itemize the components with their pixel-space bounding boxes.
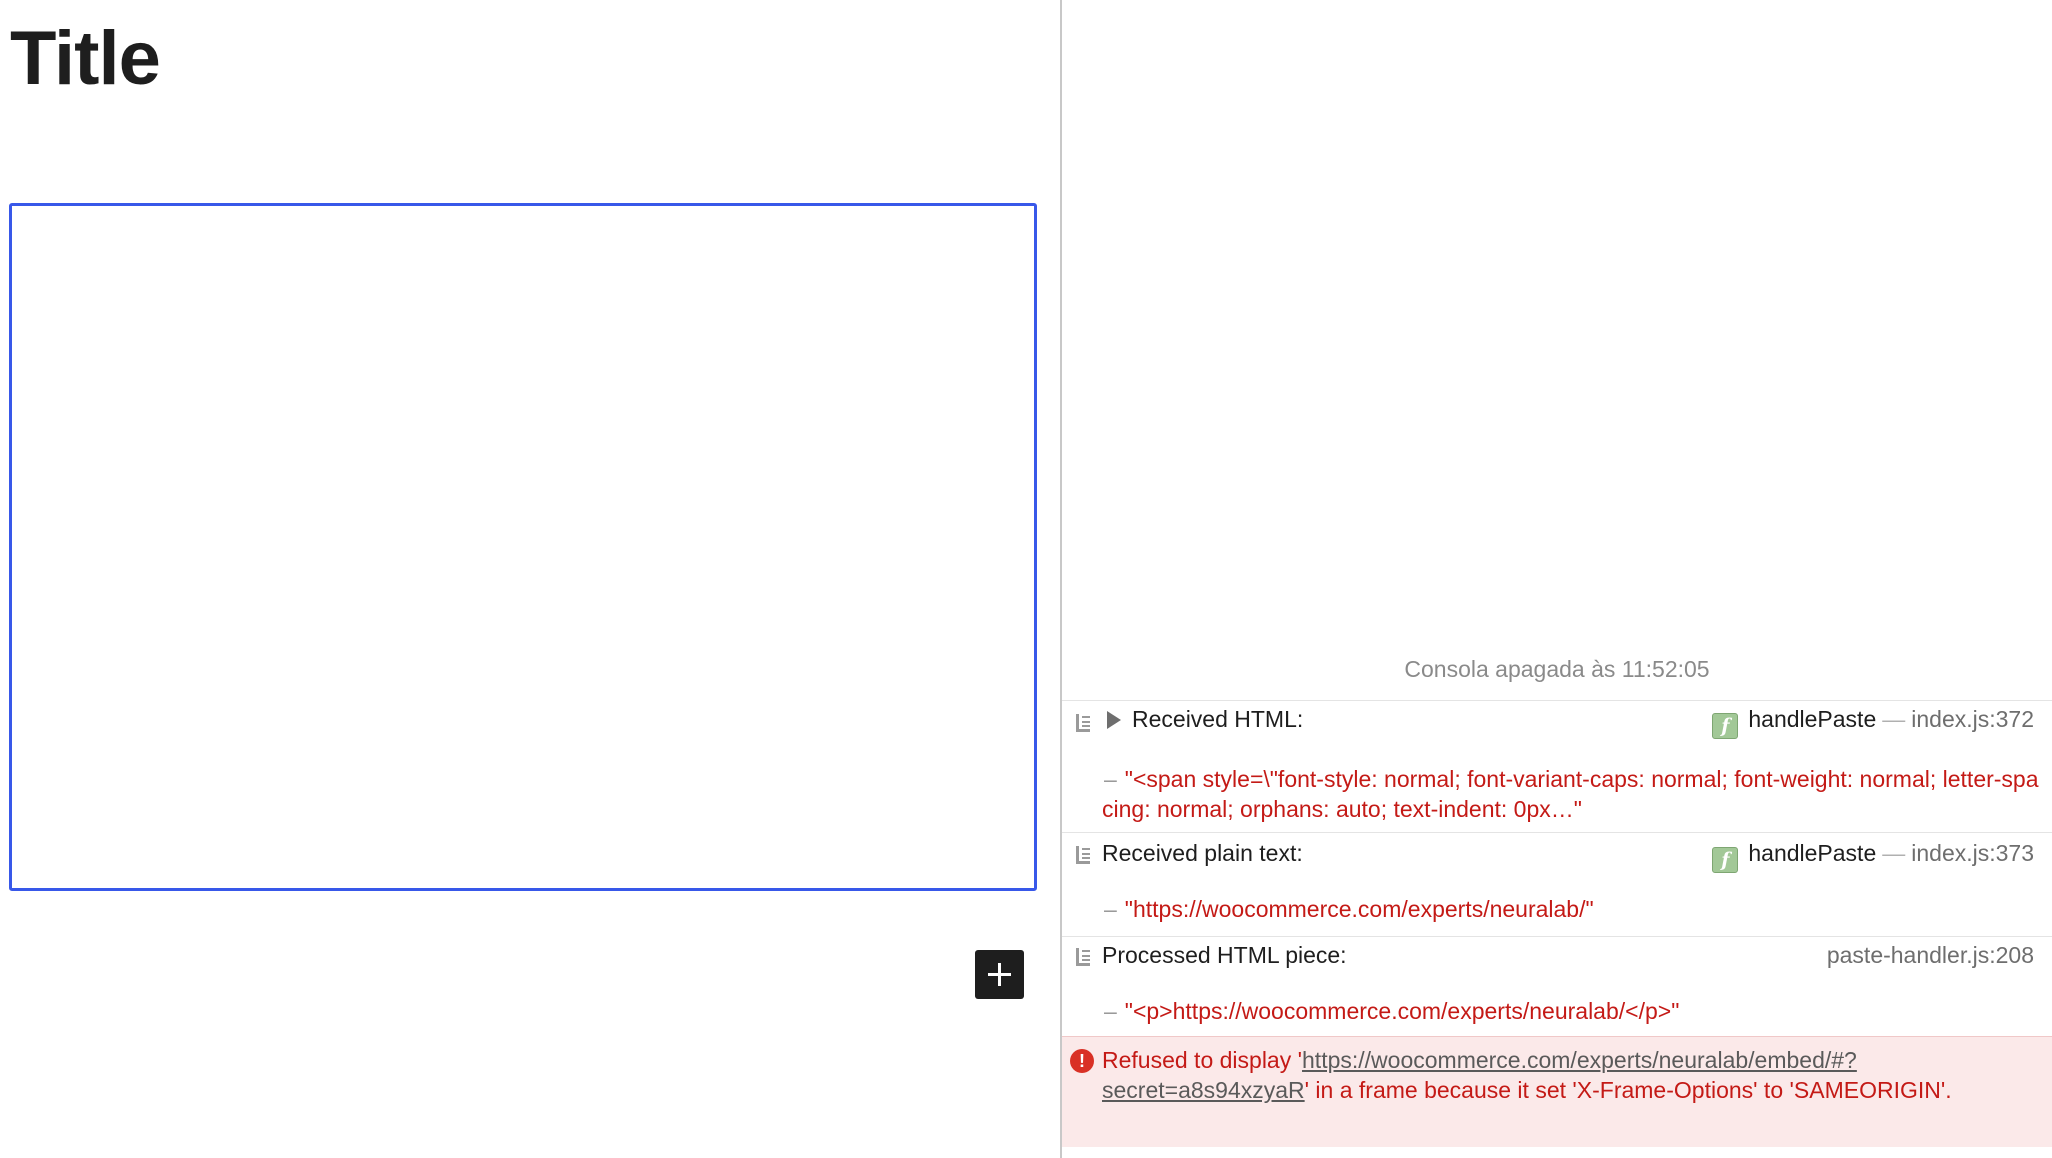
console-message: Processed HTML piece: [1102,942,1347,968]
web-inspector-console: Consola apagada às 11:52:05 Received HTM… [1062,0,2052,1158]
embed-block-selected[interactable] [9,203,1037,891]
console-error-entry[interactable]: ! Refused to display 'https://woocommerc… [1062,1036,2052,1147]
console-entry-received-html[interactable]: Received HTML: f handlePaste — index.js:372… [1062,700,2052,832]
call-site[interactable]: paste-handler.js:208 [1827,942,2034,969]
string-value: "<span style=\"font-style: normal; font-… [1102,766,2039,822]
console-group-icon [1076,846,1090,864]
block-editor: Title [0,0,1060,1158]
console-group-icon [1076,948,1090,966]
source-location[interactable]: paste-handler.js:208 [1827,942,2034,968]
error-icon: ! [1070,1049,1094,1073]
function-icon: f [1712,713,1739,739]
error-message: Refused to display 'https://woocommerce.… [1102,1047,1952,1103]
add-block-button[interactable] [975,950,1024,999]
source-location[interactable]: index.js:373 [1911,840,2034,866]
string-value: "<p>https://woocommerce.com/experts/neur… [1124,998,1680,1024]
post-title[interactable]: Title [10,14,161,104]
function-icon: f [1712,847,1739,873]
console-cleared-message: Consola apagada às 11:52:05 [1404,656,1710,682]
plus-icon [988,963,1011,986]
string-value: "https://woocommerce.com/experts/neurala… [1124,896,1594,922]
call-site[interactable]: f handlePaste — index.js:372 [1712,706,2034,739]
console-group-icon [1076,714,1090,732]
logged-value[interactable]: – "<span style=\"font-style: normal; font… [1102,764,2042,824]
console-message: Received plain text: [1102,840,1303,866]
logged-value[interactable]: – "https://woocommerce.com/experts/neural… [1102,894,2042,924]
function-name: handlePaste [1748,706,1877,732]
function-name: handlePaste [1748,840,1877,866]
source-location[interactable]: index.js:372 [1911,706,2034,732]
console-message: Received HTML: [1132,706,1304,732]
logged-value[interactable]: – "<p>https://woocommerce.com/experts/neu… [1102,996,2042,1026]
console-entry-received-plain-text[interactable]: Received plain text: f handlePaste — index.… [1062,832,2052,936]
call-site[interactable]: f handlePaste — index.js:373 [1712,840,2034,873]
disclosure-triangle-icon[interactable] [1107,711,1121,729]
console-entry-processed-html[interactable]: Processed HTML piece: paste-handler.js:2… [1062,936,2052,1036]
